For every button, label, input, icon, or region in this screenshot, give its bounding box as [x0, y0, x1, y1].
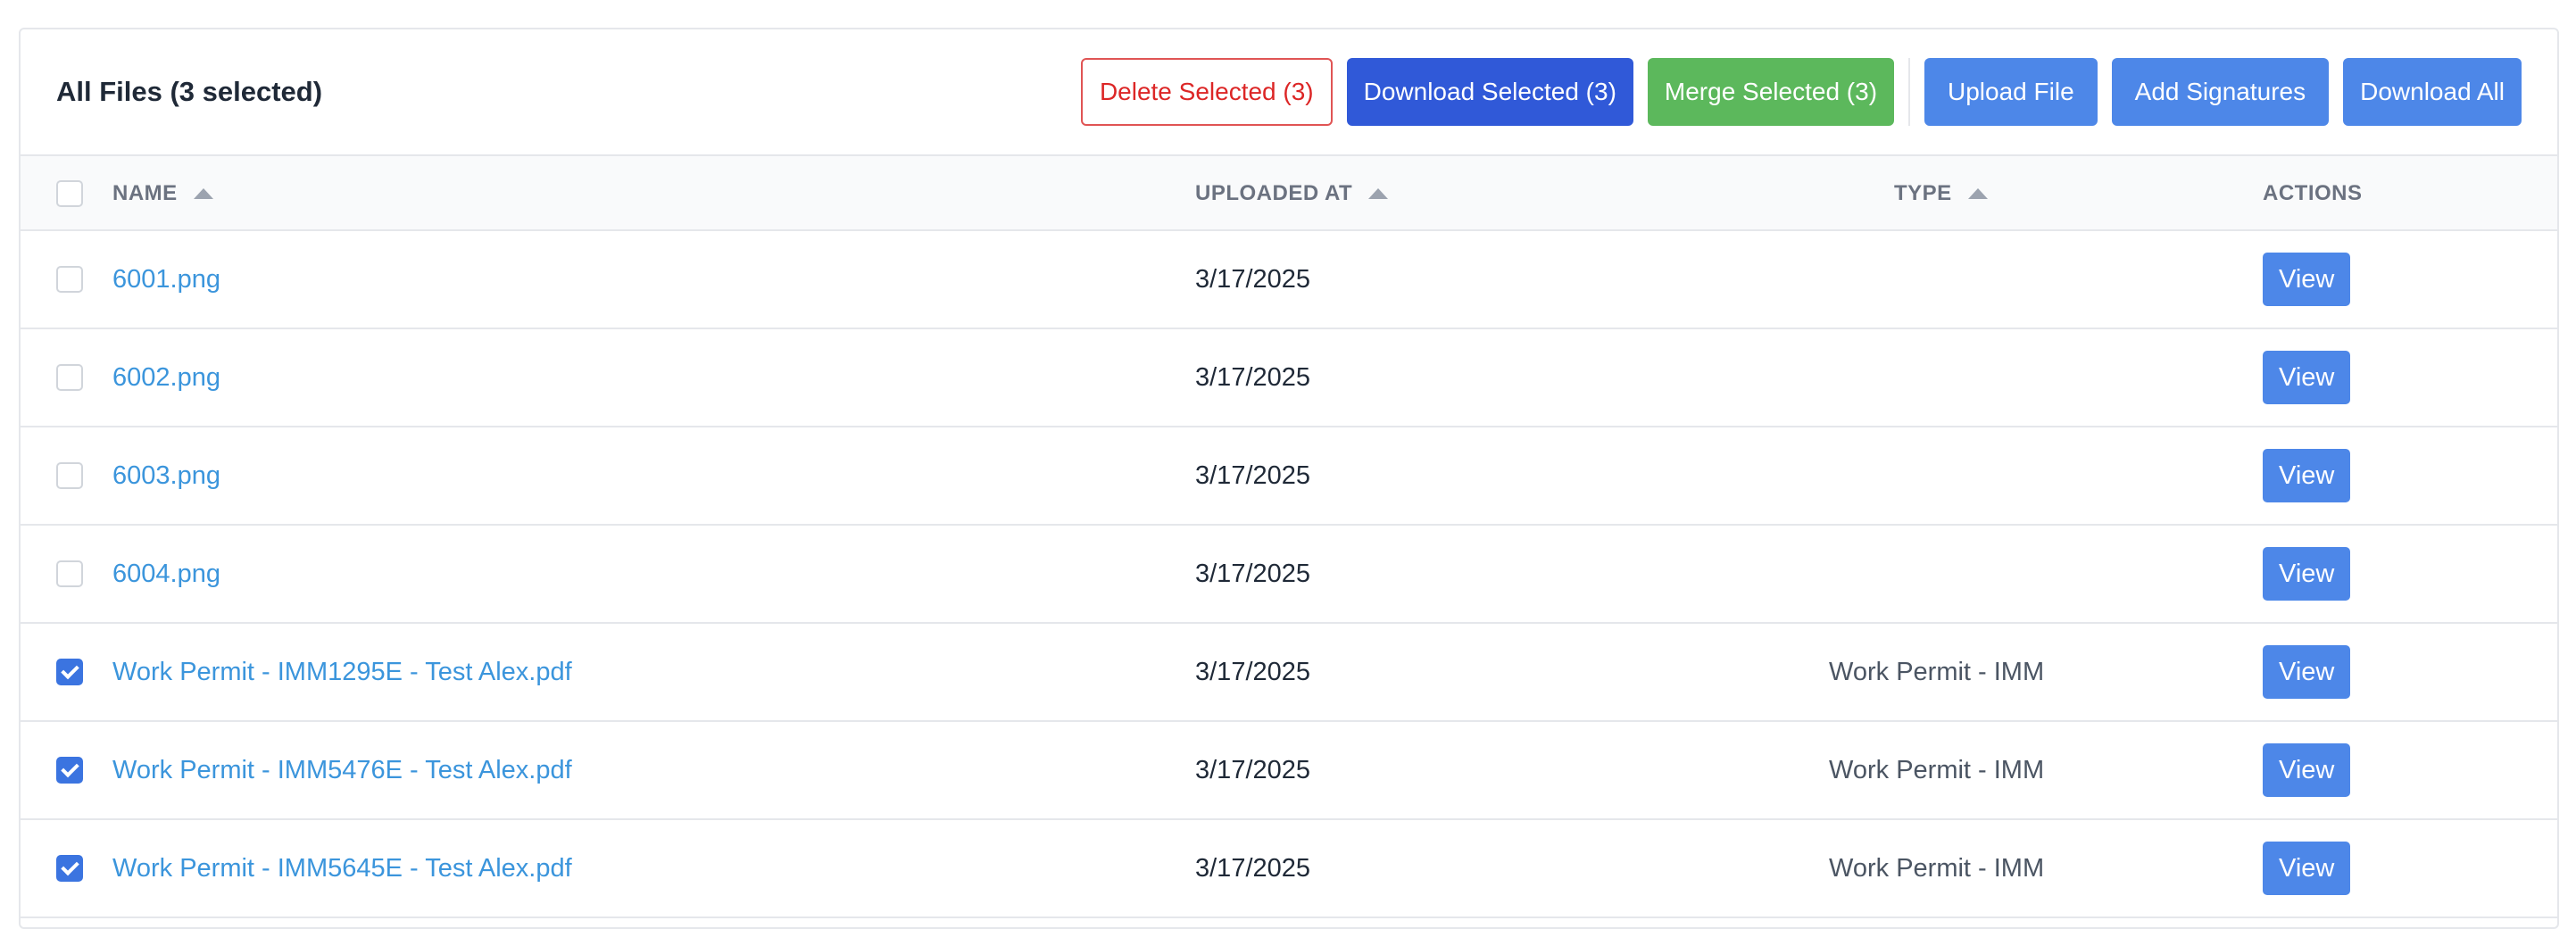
uploaded-at-value: 3/17/2025 — [1195, 853, 1311, 883]
file-name-link[interactable]: 6001.png — [112, 231, 220, 328]
actions-cell: View — [2263, 722, 2351, 818]
row-checkbox[interactable] — [56, 560, 83, 587]
uploaded-at-value: 3/17/2025 — [1195, 559, 1311, 588]
table-row: 6002.png 3/17/2025 View — [21, 329, 2557, 427]
download-selected-button[interactable]: Download Selected (3) — [1346, 58, 1633, 126]
upload-file-button[interactable]: Upload File — [1924, 58, 2098, 126]
row-checkbox[interactable] — [56, 757, 83, 784]
column-header-name[interactable]: NAME — [112, 156, 213, 231]
toolbar-divider — [1908, 58, 1911, 126]
download-all-button[interactable]: Download All — [2343, 58, 2522, 126]
actions-cell: View — [2263, 329, 2351, 426]
actions-cell: View — [2263, 624, 2351, 720]
table-row: 6003.png 3/17/2025 View — [21, 427, 2557, 526]
row-checkbox[interactable] — [56, 266, 83, 293]
view-button[interactable]: View — [2263, 253, 2351, 306]
table-body: 6001.png 3/17/2025 View 6002.png 3/17/2025 Vi… — [21, 231, 2557, 918]
row-checkbox[interactable] — [56, 855, 83, 882]
table-row: Work Permit - IMM1295E - Test Alex.pdf 3/… — [21, 624, 2557, 722]
file-name-link[interactable]: Work Permit - IMM1295E - Test Alex.pdf — [112, 624, 572, 720]
row-checkbox[interactable] — [56, 659, 83, 685]
toolbar: Delete Selected (3) Download Selected (3… — [1080, 58, 2522, 126]
view-button[interactable]: View — [2263, 547, 2351, 601]
actions-cell: View — [2263, 526, 2351, 622]
merge-selected-button[interactable]: Merge Selected (3) — [1647, 58, 1895, 126]
view-button[interactable]: View — [2263, 645, 2351, 699]
view-button[interactable]: View — [2263, 449, 2351, 502]
column-header-actions-label: ACTIONS — [2263, 181, 2363, 205]
sort-ascending-icon[interactable] — [1368, 188, 1389, 199]
files-header: All Files (3 selected) Delete Selected (… — [21, 29, 2557, 154]
actions-cell: View — [2263, 820, 2351, 917]
uploaded-at-value: 3/17/2025 — [1195, 264, 1311, 294]
table-row: Work Permit - IMM5645E - Test Alex.pdf 3/… — [21, 820, 2557, 918]
file-name-link[interactable]: 6002.png — [112, 329, 220, 426]
file-name-link[interactable]: 6003.png — [112, 427, 220, 524]
page-title: All Files (3 selected) — [56, 76, 323, 107]
file-type-value: Work Permit - IMM — [1829, 657, 2045, 686]
column-header-uploaded-at[interactable]: UPLOADED AT — [1195, 156, 1389, 231]
file-type-value: Work Permit - IMM — [1829, 755, 2045, 784]
uploaded-at-value: 3/17/2025 — [1195, 755, 1311, 784]
table-row: 6001.png 3/17/2025 View — [21, 231, 2557, 329]
view-button[interactable]: View — [2263, 351, 2351, 404]
file-type-value: Work Permit - IMM — [1829, 853, 2045, 883]
column-header-uploaded-at-label: UPLOADED AT — [1195, 181, 1353, 205]
table-header: NAME UPLOADED AT TYPE ACTIONS — [21, 154, 2557, 231]
column-header-type-label: TYPE — [1894, 181, 1952, 205]
file-name-link[interactable]: Work Permit - IMM5645E - Test Alex.pdf — [112, 820, 572, 917]
files-panel: All Files (3 selected) Delete Selected (… — [19, 28, 2559, 929]
delete-selected-button[interactable]: Delete Selected (3) — [1080, 58, 1333, 126]
file-name-link[interactable]: Work Permit - IMM5476E - Test Alex.pdf — [112, 722, 572, 818]
row-checkbox[interactable] — [56, 364, 83, 391]
column-header-actions: ACTIONS — [2263, 156, 2363, 231]
select-all-checkbox[interactable] — [56, 180, 83, 207]
table-row: 6004.png 3/17/2025 View — [21, 526, 2557, 624]
sort-ascending-icon[interactable] — [1967, 188, 1988, 199]
uploaded-at-value: 3/17/2025 — [1195, 362, 1311, 392]
add-signatures-button[interactable]: Add Signatures — [2111, 58, 2330, 126]
row-checkbox[interactable] — [56, 462, 83, 489]
uploaded-at-value: 3/17/2025 — [1195, 657, 1311, 686]
uploaded-at-value: 3/17/2025 — [1195, 460, 1311, 490]
sort-ascending-icon[interactable] — [193, 188, 213, 199]
column-header-name-label: NAME — [112, 181, 178, 205]
file-name-link[interactable]: 6004.png — [112, 526, 220, 622]
table-row: Work Permit - IMM5476E - Test Alex.pdf 3/… — [21, 722, 2557, 820]
view-button[interactable]: View — [2263, 842, 2351, 895]
column-header-type[interactable]: TYPE — [1894, 156, 1988, 231]
actions-cell: View — [2263, 427, 2351, 524]
view-button[interactable]: View — [2263, 743, 2351, 797]
actions-cell: View — [2263, 231, 2351, 328]
